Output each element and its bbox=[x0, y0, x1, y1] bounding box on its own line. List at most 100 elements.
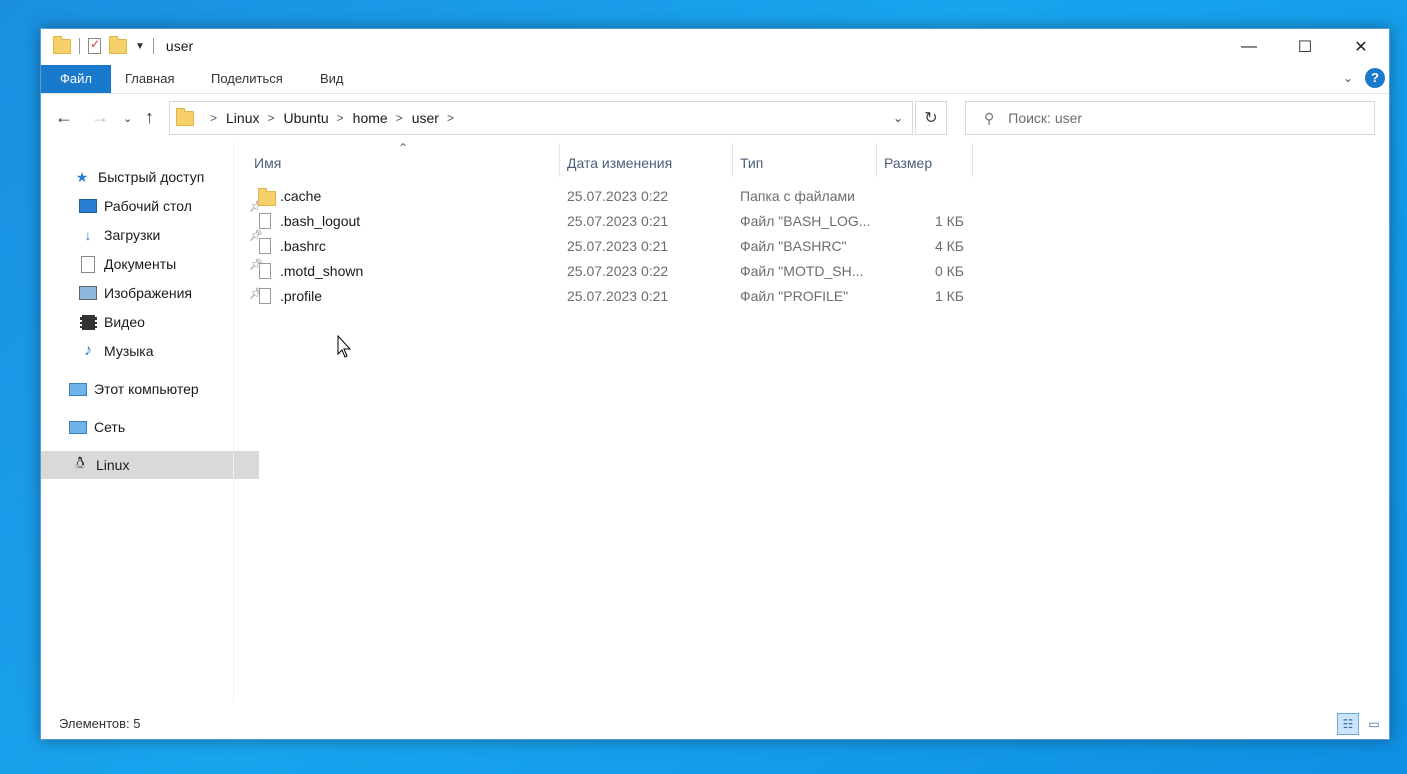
file-row[interactable]: .bash_logout 25.07.2023 0:21 Файл "BASH_… bbox=[234, 210, 994, 235]
customize-toolbar-icon[interactable]: ▼ bbox=[135, 41, 145, 52]
expand-ribbon-icon[interactable]: ⌄ bbox=[1343, 71, 1353, 85]
file-name: .bashrc bbox=[280, 238, 326, 254]
sidebar-item-linux[interactable]: 🐧︎ Linux bbox=[41, 451, 259, 479]
tab-home[interactable]: Главная bbox=[125, 65, 174, 93]
column-divider[interactable] bbox=[876, 143, 877, 177]
search-icon: ⚲ bbox=[984, 109, 995, 126]
pictures-icon bbox=[79, 285, 97, 301]
maximize-button[interactable]: ☐ bbox=[1277, 29, 1333, 65]
window-controls: — ☐ ✕ bbox=[1221, 29, 1389, 65]
column-header-type[interactable]: Тип bbox=[740, 151, 763, 175]
status-bar: Элементов: 5 ☷ ▭ bbox=[41, 703, 1389, 741]
folder-icon bbox=[258, 188, 276, 206]
chevron-down-icon[interactable]: ⌄ bbox=[884, 102, 912, 134]
window-title: user bbox=[165, 38, 194, 54]
help-button[interactable]: ? bbox=[1365, 68, 1385, 88]
chevron-right-icon[interactable]: > bbox=[447, 111, 454, 125]
details-view-icon[interactable]: ☷ bbox=[1337, 713, 1359, 735]
music-icon: ♪ bbox=[84, 342, 92, 359]
minimize-button[interactable]: — bbox=[1221, 29, 1277, 65]
chevron-right-icon[interactable]: > bbox=[210, 111, 217, 125]
column-header-name[interactable]: Имя bbox=[254, 151, 281, 175]
file-type: Файл "BASHRC" bbox=[740, 238, 847, 254]
file-type: Файл "PROFILE" bbox=[740, 288, 849, 304]
sidebar-item-label: Рабочий стол bbox=[104, 198, 192, 214]
column-divider[interactable] bbox=[559, 143, 560, 177]
file-icon bbox=[259, 263, 271, 279]
close-button[interactable]: ✕ bbox=[1333, 29, 1389, 65]
quick-access-toolbar: ▼ user bbox=[53, 35, 194, 54]
network-icon bbox=[69, 419, 87, 435]
sidebar-item-this-pc[interactable]: Этот компьютер bbox=[41, 375, 257, 403]
sidebar-item-label: Загрузки bbox=[104, 227, 161, 243]
back-arrow-icon[interactable]: ← bbox=[55, 107, 73, 128]
videos-icon bbox=[79, 314, 97, 330]
up-arrow-icon[interactable]: ↑ bbox=[145, 107, 154, 128]
sidebar-item-label: Сеть bbox=[94, 419, 126, 435]
file-icon bbox=[259, 288, 271, 304]
downloads-icon: ↓ bbox=[84, 227, 92, 243]
breadcrumb-home[interactable]: home bbox=[353, 110, 388, 126]
file-row[interactable]: .profile 25.07.2023 0:21 Файл "PROFILE" … bbox=[234, 285, 994, 310]
breadcrumb-linux[interactable]: Linux bbox=[226, 110, 259, 126]
chevron-right-icon[interactable]: > bbox=[396, 111, 403, 125]
view-switcher: ☷ ▭ bbox=[1337, 713, 1385, 735]
new-folder-icon[interactable] bbox=[109, 35, 127, 54]
tab-view[interactable]: Вид bbox=[320, 65, 344, 93]
column-header-date[interactable]: Дата изменения bbox=[567, 151, 672, 175]
large-icons-view-icon[interactable]: ▭ bbox=[1363, 713, 1385, 735]
sidebar-item-label: Музыка bbox=[104, 343, 154, 359]
file-icon bbox=[259, 213, 271, 229]
column-divider[interactable] bbox=[732, 143, 733, 177]
column-header-size[interactable]: Размер bbox=[884, 151, 932, 175]
navigation-pane: ★ Быстрый доступ Рабочий стол 📌︎ ↓ Загру… bbox=[41, 143, 263, 703]
refresh-icon: ↻ bbox=[924, 110, 938, 127]
sidebar-item-label: Быстрый доступ bbox=[98, 169, 205, 185]
sidebar-item-quick-access[interactable]: ★ Быстрый доступ bbox=[41, 163, 261, 191]
recent-locations-icon[interactable]: ⌄ bbox=[123, 112, 132, 125]
file-type: Папка с файлами bbox=[740, 188, 855, 204]
file-list: ⌃ Имя Дата изменения Тип Размер .cache 2… bbox=[234, 141, 1391, 703]
toolbar-divider bbox=[152, 38, 154, 54]
file-size: 4 КБ bbox=[934, 238, 964, 254]
mouse-cursor-icon bbox=[337, 335, 352, 358]
breadcrumb-ubuntu[interactable]: Ubuntu bbox=[284, 110, 329, 126]
forward-arrow-icon[interactable]: → bbox=[91, 107, 109, 128]
file-icon bbox=[259, 238, 271, 254]
file-date: 25.07.2023 0:21 bbox=[567, 288, 669, 304]
file-date: 25.07.2023 0:22 bbox=[567, 263, 669, 279]
sidebar-item-network[interactable]: Сеть bbox=[41, 413, 257, 441]
folder-icon bbox=[176, 107, 194, 126]
navigation-bar: ← → ⌄ ↑ > Linux > Ubuntu > home > user >… bbox=[41, 93, 1389, 143]
file-date: 25.07.2023 0:21 bbox=[567, 213, 669, 229]
file-row[interactable]: .cache 25.07.2023 0:22 Папка с файлами bbox=[234, 185, 994, 210]
sort-ascending-icon: ⌃ bbox=[398, 141, 409, 155]
file-size: 1 КБ bbox=[934, 213, 964, 229]
desktop-icon bbox=[79, 198, 97, 214]
ribbon-controls: ⌄ ? bbox=[1343, 68, 1385, 88]
search-placeholder: Поиск: user bbox=[1008, 110, 1083, 126]
star-icon: ★ bbox=[75, 168, 89, 185]
tab-share[interactable]: Поделиться bbox=[211, 65, 283, 93]
search-input[interactable]: ⚲ Поиск: user bbox=[965, 101, 1375, 135]
file-size: 1 КБ bbox=[934, 288, 964, 304]
sidebar-item-label: Этот компьютер bbox=[94, 381, 199, 397]
address-bar[interactable]: > Linux > Ubuntu > home > user > ⌄ bbox=[169, 101, 913, 135]
folder-icon[interactable] bbox=[53, 35, 71, 54]
chevron-right-icon[interactable]: > bbox=[337, 111, 344, 125]
item-count: Элементов: 5 bbox=[59, 716, 141, 731]
file-date: 25.07.2023 0:21 bbox=[567, 238, 669, 254]
file-size: 0 КБ bbox=[934, 263, 964, 279]
properties-icon[interactable] bbox=[88, 37, 101, 54]
sidebar-item-label: Документы bbox=[104, 256, 177, 272]
sidebar-item-label: Изображения bbox=[104, 285, 192, 301]
chevron-right-icon[interactable]: > bbox=[267, 111, 274, 125]
documents-icon bbox=[79, 255, 97, 273]
file-row[interactable]: .bashrc 25.07.2023 0:21 Файл "BASHRC" 4 … bbox=[234, 235, 994, 260]
column-divider[interactable] bbox=[972, 143, 973, 177]
file-name: .bash_logout bbox=[280, 213, 361, 229]
breadcrumb-user[interactable]: user bbox=[412, 110, 439, 126]
refresh-button[interactable]: ↻ bbox=[915, 101, 947, 135]
tab-file[interactable]: Файл bbox=[41, 65, 111, 93]
file-row[interactable]: .motd_shown 25.07.2023 0:22 Файл "MOTD_S… bbox=[234, 260, 994, 285]
